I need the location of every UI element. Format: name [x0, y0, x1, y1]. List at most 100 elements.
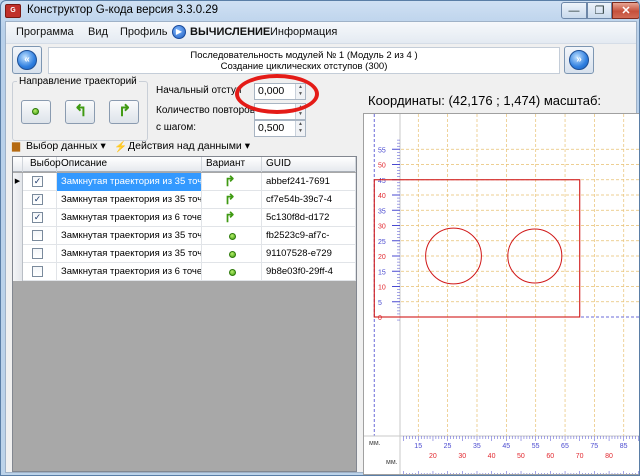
table-row[interactable]: ▶ ✓ Замкнутая траектория из 35 точек. ↱ abbe…	[13, 173, 356, 191]
description-cell[interactable]: Замкнутая траектория из 35 точек.	[57, 245, 202, 263]
trajectory-plot[interactable]: 5550454035302520151050мм.мм.15 25 35 45 55 65…	[363, 113, 640, 475]
direction-none-button[interactable]	[21, 100, 51, 124]
modules-grid[interactable]: Выбор Описание Вариант GUID ▶ ✓ Замкнутая …	[12, 156, 357, 472]
menu-calculation[interactable]: ВЫЧИСЛЕНИЕ	[190, 26, 270, 38]
green-dot-icon	[229, 269, 236, 276]
variant-cell[interactable]: ↱	[202, 191, 262, 209]
select-cell: ✓	[23, 209, 57, 227]
col-header-description[interactable]: Описание	[57, 157, 202, 172]
status-line-1: Последовательность модулей № 1 (Модуль 2…	[190, 50, 418, 61]
select-checkbox[interactable]: ✓	[32, 212, 43, 223]
col-header-select[interactable]: Выбор	[23, 157, 61, 172]
select-checkbox[interactable]	[32, 230, 43, 241]
folder-icon: ▆	[12, 140, 21, 152]
guid-cell[interactable]: 5c130f8d-d172	[262, 209, 356, 227]
variant-cell[interactable]	[202, 245, 262, 263]
select-checkbox[interactable]	[32, 248, 43, 259]
menu-program[interactable]: Программа	[16, 26, 74, 38]
table-row[interactable]: Замкнутая траектория из 35 точек. 9110752…	[13, 245, 356, 263]
menu-profile[interactable]: Профиль	[120, 26, 168, 38]
description-cell[interactable]: Замкнутая траектория из 35 точек.	[57, 227, 202, 245]
row-header[interactable]	[13, 191, 23, 209]
description-cell[interactable]: Замкнутая траектория из 35 точек.	[57, 191, 202, 209]
coordinates-readout: Координаты: (42,176 ; 1,474) масштаб:	[368, 93, 602, 108]
next-module-button[interactable]: »	[564, 46, 594, 74]
select-checkbox[interactable]: ✓	[32, 194, 43, 205]
x-tick-label-bottom: 50	[517, 453, 525, 460]
row-header[interactable]	[13, 227, 23, 245]
row-header[interactable]: ▶	[13, 173, 23, 191]
rewind-icon: «	[17, 50, 37, 70]
unit-label-top: мм.	[369, 440, 381, 447]
y-tick-label: 30	[378, 224, 386, 231]
status-line-2: Создание циклических отступов (300)	[220, 61, 388, 72]
description-cell[interactable]: Замкнутая траектория из 6 точек.	[57, 263, 202, 281]
turn-right-arrow-icon: ↱	[224, 209, 236, 225]
title-bar[interactable]: G Конструктор G-кода версия 3.3.0.29 — ❐…	[1, 1, 639, 21]
guid-cell[interactable]: abbef241-7691	[262, 173, 356, 191]
variant-cell[interactable]: ↱	[202, 173, 262, 191]
guid-cell[interactable]: 9b8e03f0-29ff-4	[262, 263, 356, 281]
close-button[interactable]: ✕	[612, 2, 639, 19]
maximize-button[interactable]: ❐	[587, 2, 612, 19]
app-logo-icon: G	[5, 4, 21, 18]
menu-view[interactable]: Вид	[88, 26, 108, 38]
col-header-variant[interactable]: Вариант	[202, 157, 262, 172]
row-header[interactable]	[13, 263, 23, 281]
direction-cw-button[interactable]: ↱	[109, 100, 139, 124]
guid-cell[interactable]: 91107528-e729	[262, 245, 356, 263]
x-tick-label-top: 85	[620, 443, 628, 450]
table-row[interactable]: ✓ Замкнутая траектория из 35 точек. ↱ cf7e5…	[13, 191, 356, 209]
client-area: Программа Вид Профиль ▶ ВЫЧИСЛЕНИЕ Инфор…	[5, 21, 640, 475]
table-row[interactable]: ✓ Замкнутая траектория из 6 точек. ↱ 5c130f…	[13, 209, 356, 227]
select-data-menu[interactable]: Выбор данных ▾	[26, 140, 106, 152]
previous-module-button[interactable]: «	[12, 46, 42, 74]
select-checkbox[interactable]: ✓	[32, 176, 43, 187]
y-tick-label: 15	[378, 269, 386, 276]
row-header[interactable]	[13, 209, 23, 227]
window-title: Конструктор G-кода версия 3.3.0.29	[27, 4, 219, 16]
status-panel: Последовательность модулей № 1 (Модуль 2…	[48, 47, 560, 74]
x-tick-label-top: 35	[473, 443, 481, 450]
green-dot-icon	[229, 233, 236, 240]
turn-right-arrow-icon: ↱	[224, 191, 236, 207]
variant-cell[interactable]	[202, 227, 262, 245]
select-checkbox[interactable]	[32, 266, 43, 277]
table-row[interactable]: Замкнутая траектория из 6 точек. 9b8e03f0…	[13, 263, 356, 281]
guid-cell[interactable]: fb2523c9-af7c-	[262, 227, 356, 245]
repeat-label: Количество повторов	[156, 105, 256, 116]
x-tick-label-bottom: 40	[488, 453, 496, 460]
y-tick-label: 5	[378, 300, 382, 307]
description-cell[interactable]: Замкнутая траектория из 6 точек.	[57, 209, 202, 227]
menu-info[interactable]: Информация	[270, 26, 337, 38]
select-cell	[23, 227, 57, 245]
minimize-button[interactable]: —	[561, 2, 587, 19]
data-toolbar: ▆ Выбор данных ▾ ⚡ Действия над данными …	[12, 137, 357, 155]
y-tick-label: 0	[378, 315, 382, 322]
variant-cell[interactable]: ↱	[202, 209, 262, 227]
direction-group: Направление траекторий ↰ ↱	[12, 76, 148, 141]
col-header-guid[interactable]: GUID	[262, 157, 356, 172]
x-tick-label-top: 15	[414, 443, 422, 450]
fast-forward-icon: »	[569, 50, 589, 70]
guid-cell[interactable]: cf7e54b-39c7-4	[262, 191, 356, 209]
step-value: 0,500	[258, 122, 285, 134]
lightning-icon: ⚡	[114, 141, 128, 153]
row-header-corner	[13, 157, 23, 172]
y-tick-label: 35	[378, 208, 386, 215]
bottom-ruler	[364, 436, 639, 474]
step-label: с шагом:	[156, 122, 197, 133]
direction-ccw-button[interactable]: ↰	[65, 100, 95, 124]
description-cell[interactable]: Замкнутая траектория из 35 точек.	[57, 173, 202, 191]
row-header[interactable]	[13, 245, 23, 263]
step-spinner[interactable]: ▲ ▼	[295, 121, 305, 136]
x-tick-label-top: 55	[532, 443, 540, 450]
variant-cell[interactable]	[202, 263, 262, 281]
data-actions-menu[interactable]: Действия над данными ▾	[128, 140, 250, 152]
y-tick-label: 55	[378, 147, 386, 154]
turn-right-arrow-icon: ↱	[118, 103, 132, 120]
turn-left-arrow-icon: ↰	[74, 103, 88, 120]
table-row[interactable]: Замкнутая траектория из 35 точек. fb2523c…	[13, 227, 356, 245]
grid-header: Выбор Описание Вариант GUID	[13, 157, 356, 172]
step-input[interactable]: 0,500 ▲ ▼	[254, 120, 306, 137]
